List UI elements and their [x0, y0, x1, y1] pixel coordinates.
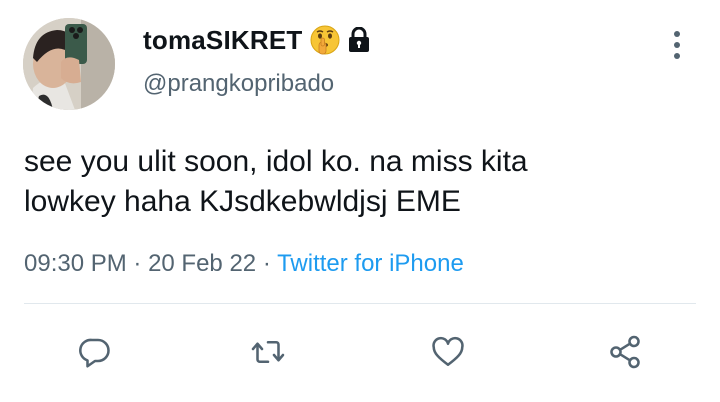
- meta-separator: ·: [126, 250, 149, 277]
- reply-button[interactable]: [73, 330, 117, 374]
- shushing-face-icon: [310, 25, 340, 55]
- user-handle[interactable]: @prangkopribado: [143, 70, 334, 98]
- tweet-text: see you ulit soon, idol ko. na miss kita…: [24, 142, 704, 222]
- tweet-time[interactable]: 09:30 PM: [24, 250, 127, 277]
- name-row: tomaSIKRET: [143, 22, 370, 58]
- tweet-text-line: see you ulit soon, idol ko. na miss kita: [24, 145, 528, 178]
- avatar[interactable]: [23, 18, 115, 110]
- share-button[interactable]: [603, 330, 647, 374]
- like-button[interactable]: [426, 330, 470, 374]
- more-vertical-icon[interactable]: [667, 28, 687, 62]
- like-icon: [432, 336, 464, 367]
- retweet-icon: [251, 340, 285, 364]
- reply-icon: [79, 338, 110, 368]
- meta-separator: ·: [256, 250, 278, 277]
- tweet-meta: 09:30 PM · 20 Feb 22 · Twitter for iPhon…: [24, 250, 464, 278]
- tweet-text-line: lowkey haha KJsdkebwldjsj EME: [24, 185, 461, 218]
- share-icon: [610, 335, 640, 369]
- lock-icon: [348, 26, 370, 53]
- tweet-source-link[interactable]: Twitter for iPhone: [277, 250, 464, 277]
- tweet-date[interactable]: 20 Feb 22: [148, 250, 256, 277]
- display-name[interactable]: tomaSIKRET: [143, 25, 302, 56]
- divider: [24, 303, 696, 304]
- retweet-button[interactable]: [246, 330, 290, 374]
